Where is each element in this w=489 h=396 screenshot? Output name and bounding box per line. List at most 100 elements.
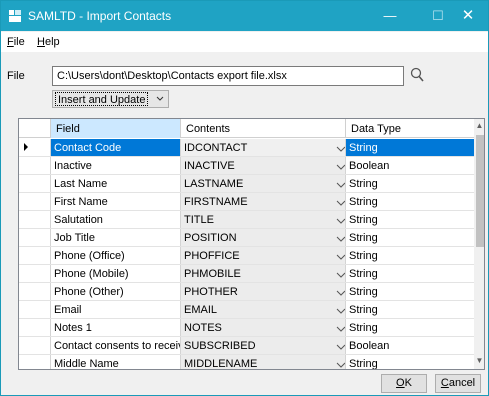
data-type-cell[interactable]: String (346, 301, 474, 318)
row-indicator[interactable] (19, 139, 51, 156)
table-row[interactable]: Contact consents to receive e...SUBSCRIB… (19, 337, 474, 355)
data-type-cell[interactable]: String (346, 193, 474, 210)
chevron-down-icon (336, 218, 345, 224)
row-indicator[interactable] (19, 265, 51, 282)
data-type-cell[interactable]: Boolean (346, 337, 474, 354)
table-row[interactable]: Email EMAIL String (19, 301, 474, 319)
table-row[interactable]: First Name FIRSTNAME String (19, 193, 474, 211)
row-indicator[interactable] (19, 355, 51, 369)
field-cell[interactable]: Last Name (51, 175, 181, 192)
field-cell[interactable]: Contact consents to receive e... (51, 337, 181, 354)
contents-dropdown-button[interactable] (331, 157, 346, 174)
data-type-cell[interactable]: String (346, 355, 474, 369)
contents-cell[interactable]: PHOTHER (181, 283, 331, 300)
chevron-down-icon (336, 272, 345, 278)
contents-cell[interactable]: MIDDLENAME (181, 355, 331, 369)
contents-dropdown-button[interactable] (331, 301, 346, 318)
table-row[interactable]: Job Title POSITION String (19, 229, 474, 247)
scroll-up-icon[interactable]: ▲ (474, 119, 484, 133)
contents-dropdown-button[interactable] (331, 193, 346, 210)
row-indicator[interactable] (19, 337, 51, 354)
field-mapping-grid[interactable]: Field Contents Data Type Contact Code IDC… (18, 118, 485, 370)
data-type-cell[interactable]: String (346, 229, 474, 246)
contents-cell[interactable]: POSITION (181, 229, 331, 246)
browse-button[interactable] (409, 66, 425, 84)
data-type-cell[interactable]: String (346, 265, 474, 282)
field-cell[interactable]: First Name (51, 193, 181, 210)
table-row[interactable]: Middle Name MIDDLENAME String (19, 355, 474, 369)
scroll-thumb[interactable] (476, 135, 484, 247)
row-indicator[interactable] (19, 283, 51, 300)
scroll-down-icon[interactable]: ▼ (474, 354, 484, 368)
ok-button[interactable]: OK (381, 374, 427, 393)
data-type-cell[interactable]: String (346, 319, 474, 336)
row-indicator[interactable] (19, 301, 51, 318)
data-type-cell[interactable]: String (346, 139, 474, 156)
contents-dropdown-button[interactable] (331, 265, 346, 282)
field-cell[interactable]: Middle Name (51, 355, 181, 369)
header-contents[interactable]: Contents (181, 119, 346, 138)
field-cell[interactable]: Phone (Other) (51, 283, 181, 300)
contents-cell[interactable]: SUBSCRIBED (181, 337, 331, 354)
contents-cell[interactable]: LASTNAME (181, 175, 331, 192)
contents-dropdown-button[interactable] (331, 337, 346, 354)
contents-cell[interactable]: PHMOBILE (181, 265, 331, 282)
close-button[interactable]: ✕ (448, 1, 488, 31)
header-field[interactable]: Field (51, 119, 181, 138)
contents-cell[interactable]: IDCONTACT (181, 139, 331, 156)
contents-dropdown-button[interactable] (331, 247, 346, 264)
contents-dropdown-button[interactable] (331, 139, 346, 156)
menu-file[interactable]: File (7, 36, 25, 48)
table-row[interactable]: Notes 1 NOTES String (19, 319, 474, 337)
row-indicator[interactable] (19, 157, 51, 174)
contents-dropdown-button[interactable] (331, 211, 346, 228)
contents-cell[interactable]: NOTES (181, 319, 331, 336)
contents-cell[interactable]: EMAIL (181, 301, 331, 318)
table-row[interactable]: Phone (Office) PHOFFICE String (19, 247, 474, 265)
row-indicator[interactable] (19, 229, 51, 246)
table-row[interactable]: Salutation TITLE String (19, 211, 474, 229)
data-type-cell[interactable]: String (346, 175, 474, 192)
contents-dropdown-button[interactable] (331, 175, 346, 192)
contents-cell[interactable]: INACTIVE (181, 157, 331, 174)
contents-dropdown-button[interactable] (331, 355, 346, 369)
row-indicator[interactable] (19, 175, 51, 192)
table-row[interactable]: Phone (Mobile) PHMOBILE String (19, 265, 474, 283)
field-cell[interactable]: Inactive (51, 157, 181, 174)
data-type-cell[interactable]: String (346, 247, 474, 264)
contents-cell[interactable]: FIRSTNAME (181, 193, 331, 210)
data-type-cell[interactable]: String (346, 211, 474, 228)
cancel-button[interactable]: Cancel (435, 374, 481, 393)
row-indicator[interactable] (19, 193, 51, 210)
row-indicator[interactable] (19, 247, 51, 264)
minimize-button[interactable]: — (370, 1, 410, 31)
row-indicator[interactable] (19, 319, 51, 336)
field-cell[interactable]: Salutation (51, 211, 181, 228)
contents-dropdown-button[interactable] (331, 283, 346, 300)
field-cell[interactable]: Phone (Mobile) (51, 265, 181, 282)
data-type-cell[interactable]: Boolean (346, 157, 474, 174)
window-title: SAMLTD - Import Contacts (28, 9, 172, 23)
field-cell[interactable]: Job Title (51, 229, 181, 246)
contents-dropdown-button[interactable] (331, 319, 346, 336)
data-type-cell[interactable]: String (346, 283, 474, 300)
cancel-accel: C (440, 377, 449, 389)
table-row[interactable]: Last Name LASTNAME String (19, 175, 474, 193)
row-indicator[interactable] (19, 211, 51, 228)
field-cell[interactable]: Notes 1 (51, 319, 181, 336)
table-row[interactable]: Phone (Other) PHOTHER String (19, 283, 474, 301)
header-data-type[interactable]: Data Type (346, 119, 474, 138)
field-cell[interactable]: Phone (Office) (51, 247, 181, 264)
table-row[interactable]: Inactive INACTIVE Boolean (19, 157, 474, 175)
table-row[interactable]: Contact Code IDCONTACT String (19, 139, 474, 157)
title-bar[interactable]: SAMLTD - Import Contacts — ☐ ✕ (1, 1, 488, 31)
grid-vertical-scrollbar[interactable]: ▲ ▼ (474, 119, 484, 369)
contents-dropdown-button[interactable] (331, 229, 346, 246)
contents-cell[interactable]: TITLE (181, 211, 331, 228)
menu-help[interactable]: Help (37, 36, 60, 48)
contents-cell[interactable]: PHOFFICE (181, 247, 331, 264)
file-path-input[interactable]: C:\Users\dont\Desktop\Contacts export fi… (52, 66, 404, 86)
import-mode-select[interactable]: Insert and Update (52, 90, 169, 108)
field-cell[interactable]: Contact Code (51, 139, 181, 156)
field-cell[interactable]: Email (51, 301, 181, 318)
